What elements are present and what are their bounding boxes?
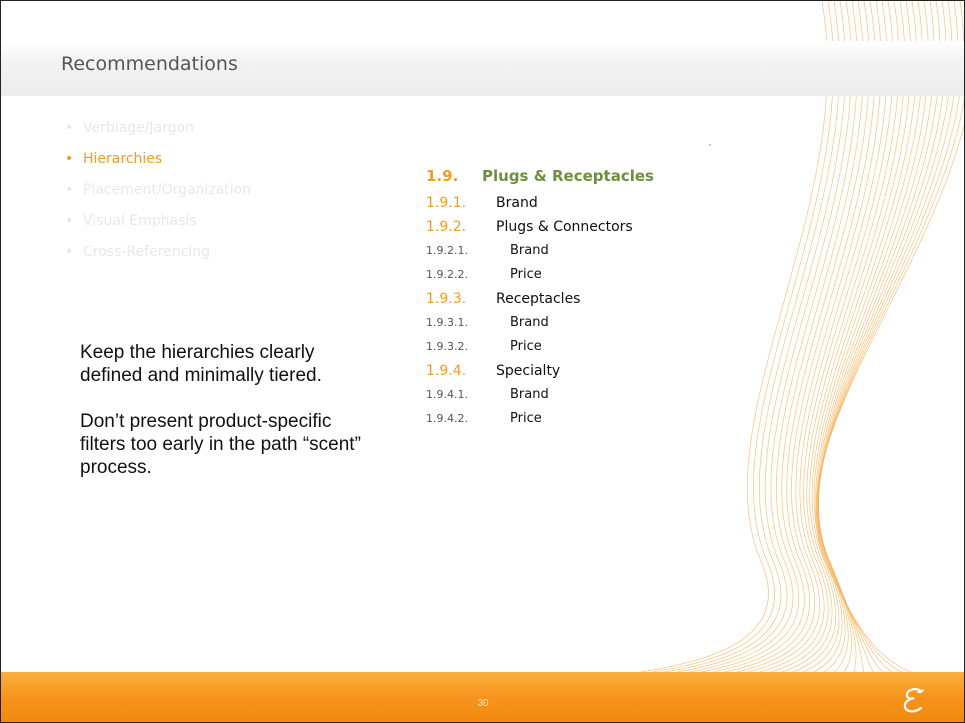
outline-number: 1.9.2.2.	[426, 268, 468, 281]
bullet-dot-icon: •	[65, 213, 74, 229]
body-paragraph-hierarchies: Keep the hierarchies clearly defined and…	[80, 342, 322, 386]
swirl-line	[817, 1, 964, 702]
bullet-label: Visual Emphasis	[83, 213, 197, 229]
outline-row-1-9-3-1: 1.9.3.1. Brand	[426, 315, 654, 339]
stray-dot	[709, 144, 711, 146]
outline-number: 1.9.4.2.	[426, 412, 468, 425]
outline-number: 1.9.4.	[426, 363, 467, 379]
swirl-line	[818, 1, 953, 702]
bullet-label: Hierarchies	[83, 151, 163, 167]
outline-number: 1.9.3.1.	[426, 316, 468, 329]
bullet-label: Verbiage/Jargon	[83, 120, 194, 136]
body-paragraph-filters: Don’t present product-specific filters t…	[80, 411, 361, 478]
topic-bullet-list: • Verbiage/Jargon • Hierarchies • Placement…	[65, 117, 251, 272]
outline-row-1-9-2-2: 1.9.2.2. Price	[426, 267, 654, 291]
swirl-line	[781, 1, 912, 702]
outline-row-1-9-4-1: 1.9.4.1. Brand	[426, 387, 654, 411]
outline-label: Brand	[510, 243, 549, 258]
swirl-line	[635, 1, 858, 702]
swirl-line	[818, 1, 941, 702]
outline-label: Brand	[496, 195, 538, 211]
swirl-line	[685, 1, 876, 702]
swirl-line	[815, 123, 964, 692]
outline-number: 1.9.2.	[426, 219, 467, 235]
swirl-line	[816, 98, 964, 702]
outline-row-1-9-4: 1.9.4. Specialty	[426, 363, 654, 387]
swirl-line	[817, 1, 959, 702]
outline-row-1-9-3: 1.9.3. Receptacles	[426, 291, 654, 315]
script-e-logo-icon	[903, 688, 924, 713]
outline-row-1-9-1: 1.9.1. Brand	[426, 195, 654, 219]
slide: Recommendations • Verbiage/Jargon • Hierar…	[0, 0, 965, 723]
outline-row-1-9-2-1: 1.9.2.1. Brand	[426, 243, 654, 267]
outline-number: 1.9.1.	[426, 195, 467, 211]
bullet-item-cross-referencing: • Cross-Referencing	[65, 241, 251, 272]
outline-row-1-9: 1.9. Plugs & Receptacles	[426, 167, 654, 195]
swirl-line	[765, 1, 906, 702]
bullet-item-placement: • Placement/Organization	[65, 179, 251, 210]
swirl-line	[817, 1, 935, 702]
outline-label: Specialty	[496, 363, 561, 379]
outline-label: Price	[510, 339, 542, 354]
swirl-line	[652, 1, 864, 702]
outline-row-1-9-2: 1.9.2. Plugs & Connectors	[426, 219, 654, 243]
bullet-dot-icon: •	[65, 182, 74, 198]
bullet-dot-icon: •	[65, 120, 74, 136]
bullet-dot-icon: •	[65, 151, 74, 167]
outline-row-1-9-3-2: 1.9.3.2. Price	[426, 339, 654, 363]
outline-number: 1.9.	[426, 167, 459, 185]
swirl-line	[733, 1, 894, 702]
bullet-item-verbiage: • Verbiage/Jargon	[65, 117, 251, 148]
slide-title: Recommendations	[61, 53, 238, 75]
outline-label: Plugs & Receptacles	[482, 167, 654, 185]
swirl-line	[811, 1, 923, 702]
page-number: 30	[477, 698, 489, 709]
swirl-line	[818, 1, 947, 702]
category-outline: 1.9. Plugs & Receptacles 1.9.1. Brand 1.9.…	[426, 167, 654, 435]
outline-number: 1.9.2.1.	[426, 244, 468, 257]
body-text: Keep the hierarchies clearly defined and…	[80, 341, 380, 502]
swirl-line	[717, 1, 888, 702]
outline-row-1-9-4-2: 1.9.4.2. Price	[426, 411, 654, 435]
outline-label: Brand	[510, 387, 549, 402]
outline-label: Brand	[510, 315, 549, 330]
swirl-line	[816, 1, 929, 702]
swirl-line	[619, 1, 852, 702]
swirl-line	[749, 1, 900, 702]
outline-label: Price	[510, 267, 542, 282]
outline-label: Plugs & Connectors	[496, 219, 633, 235]
outline-number: 1.9.3.2.	[426, 340, 468, 353]
bullet-label: Placement/Organization	[83, 182, 252, 198]
bullet-item-visual-emphasis: • Visual Emphasis	[65, 210, 251, 241]
outline-label: Price	[510, 411, 542, 426]
bullet-item-hierarchies: • Hierarchies	[65, 148, 251, 179]
swirl-line	[668, 1, 870, 702]
outline-number: 1.9.3.	[426, 291, 467, 307]
outline-number: 1.9.4.1.	[426, 388, 468, 401]
outline-label: Receptacles	[496, 291, 581, 307]
swirl-line	[796, 1, 917, 702]
footer-bar	[1, 672, 964, 722]
bullet-dot-icon: •	[65, 244, 74, 260]
swirl-line	[701, 1, 882, 702]
bullet-label: Cross-Referencing	[83, 244, 210, 260]
